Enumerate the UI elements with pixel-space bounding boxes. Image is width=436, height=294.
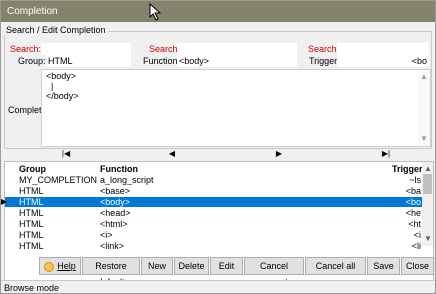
cell-group: HTML [19,219,44,229]
close-button[interactable]: Close [401,257,434,275]
trigger-field[interactable]: <bo [337,55,429,67]
help-button-label: Help [57,261,76,271]
title-bar[interactable]: Completion [1,1,435,22]
column-header-function[interactable]: Function [100,164,138,174]
scroll-up-icon[interactable]: ▲ [424,164,432,173]
nav-last-icon[interactable]: ▶| [376,149,396,158]
search-function-input[interactable] [177,43,297,55]
cell-function: <html> [100,219,128,229]
cell-group: HTML [19,208,44,218]
help-button[interactable]: Help [39,257,81,275]
search-trigger-label: Search: [308,44,340,54]
cell-function: <head> [100,208,131,218]
delete-button[interactable]: Delete [174,257,209,275]
search-trigger-input[interactable] [337,43,429,55]
search-function-label: Search: [149,44,181,54]
column-header-group[interactable]: Group [19,164,46,174]
table-row[interactable]: HTML <base> <ba [5,186,423,196]
scroll-down-icon[interactable]: ▼ [420,134,428,144]
edit-button[interactable]: Edit [210,257,243,275]
cell-trigger: <he [405,208,421,218]
search-group-label: Search: [10,44,42,54]
table-row[interactable]: HTML <head> <he [5,208,423,218]
mouse-cursor-icon [149,3,162,21]
nav-first-icon[interactable]: |◀ [56,149,76,158]
cell-trigger: <li [411,241,421,251]
cell-function: a_long_script [100,175,154,185]
completion-memo[interactable]: <body> | </body> ▲ ▼ [41,69,431,147]
record-navigator: |◀ ◀ ▶ ▶| [4,147,432,161]
completion-line: </body> [46,91,79,101]
scroll-up-icon[interactable]: ▲ [420,72,428,82]
grid-scrollbar[interactable]: ▲ ▼ [422,162,433,246]
status-text: Browse mode [4,283,60,293]
scrollbar-thumb[interactable] [423,174,432,194]
cell-group: HTML [19,197,44,207]
cancel-current-button[interactable]: Cancel current [244,257,304,287]
table-row[interactable]: HTML <i> <i [5,230,423,240]
cell-function: <link> [100,241,125,251]
trigger-field-label: Trigger: [309,56,340,66]
search-group-input[interactable] [41,43,131,55]
cell-group: HTML [19,230,44,240]
current-row-indicator-icon: ▶ [1,197,8,206]
save-button[interactable]: Save [367,257,400,275]
groupbox-legend: Search / Edit Completion [4,25,108,35]
cell-group: MY_COMPLETION [19,175,98,185]
new-button[interactable]: New [141,257,173,275]
cancel-all-button[interactable]: Cancel all [305,257,366,275]
cell-group: HTML [19,186,44,196]
grid-header: Group Function Trigger [5,162,433,174]
cell-trigger: <ht [408,219,421,229]
cell-trigger: <i [413,230,421,240]
completion-window: Completion Search / Edit Completion Sear… [0,0,436,294]
function-field-label: Function: [143,56,181,66]
memo-scrollbar[interactable]: ▲ ▼ [418,70,430,146]
cell-trigger: <bo [405,197,421,207]
cell-group: HTML [19,241,44,251]
restore-default-button[interactable]: Restore default [82,257,140,287]
table-row-selected[interactable]: ▶ HTML <body> <bo [1,197,423,207]
cell-trigger: ~ls [409,175,421,185]
cell-trigger: <ba [405,186,421,196]
help-icon [44,261,55,272]
cell-function: <base> [100,186,131,196]
table-row[interactable]: MY_COMPLETION a_long_script ~ls [5,175,423,185]
status-bar: Browse mode [1,280,435,293]
table-row[interactable]: HTML <html> <ht [5,219,423,229]
function-field[interactable]: <body> [177,55,297,67]
table-row[interactable]: HTML <link> <li [5,241,423,251]
window-title: Completion [7,6,58,17]
completion-line: | [46,81,54,91]
column-header-trigger[interactable]: Trigger [392,164,423,174]
scroll-down-icon[interactable]: ▼ [424,234,432,243]
nav-next-icon[interactable]: ▶ [269,149,289,158]
cell-function: <i> [100,230,113,240]
completion-line: <body> [46,71,77,81]
group-field-label: Group: [18,56,46,66]
cell-function: <body> [100,197,131,207]
group-field[interactable]: HTML [46,55,131,67]
nav-prior-icon[interactable]: ◀ [162,149,182,158]
